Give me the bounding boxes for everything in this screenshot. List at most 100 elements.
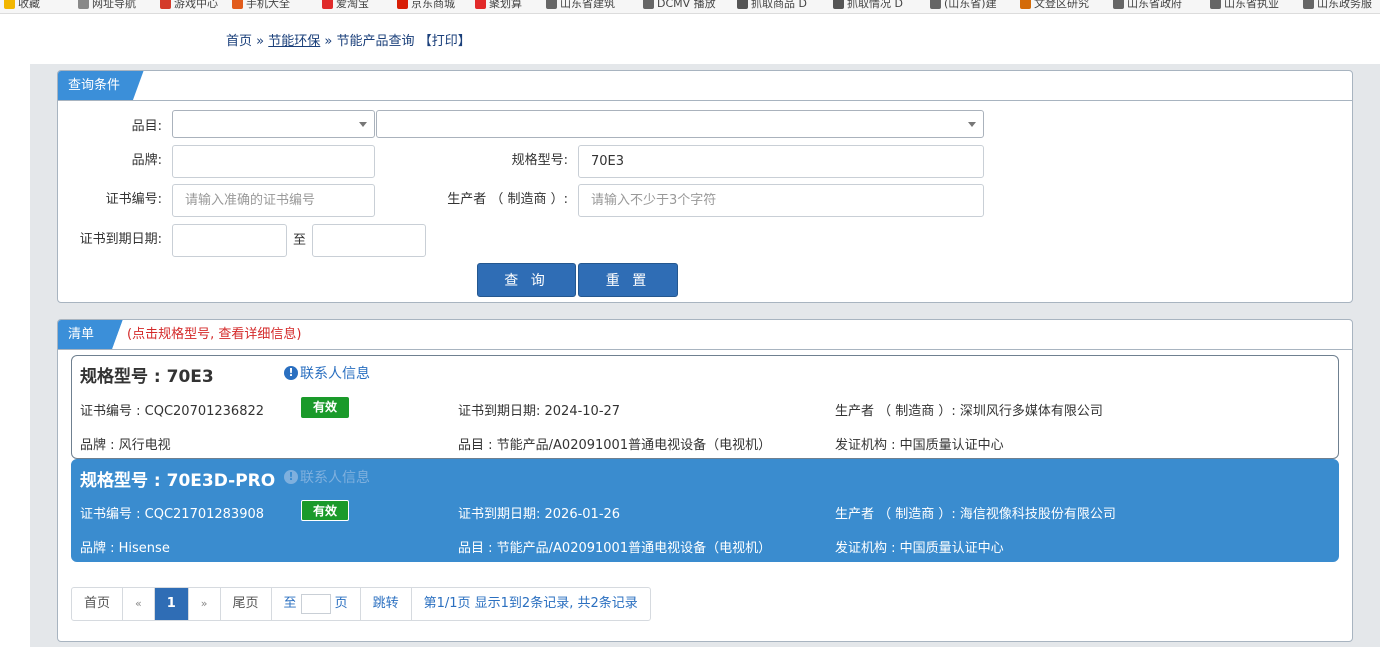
- bookmark-label: 山东省执业: [1224, 0, 1279, 10]
- print-link[interactable]: 【打印】: [419, 34, 471, 49]
- bookmark-item[interactable]: 网址导航: [78, 0, 136, 12]
- expiry-to-label: 至: [293, 233, 307, 248]
- reset-button[interactable]: 重 置: [578, 263, 678, 297]
- query-panel-title: 查询条件: [58, 71, 154, 100]
- maker-input[interactable]: [578, 184, 984, 217]
- bookmark-item[interactable]: 山东政务服: [1303, 0, 1372, 12]
- bookmark-item[interactable]: 爱淘宝: [322, 0, 369, 12]
- pager-prev[interactable]: «: [123, 588, 155, 620]
- bookmark-icon: [78, 0, 89, 9]
- bookmark-label: 抓取商品 D: [751, 0, 807, 10]
- pager-goto-suffix: 页: [334, 596, 348, 611]
- expiry-start-input[interactable]: [172, 224, 287, 257]
- bookmark-item[interactable]: (山东省)建: [930, 0, 997, 12]
- breadcrumb-separator: »: [324, 34, 333, 49]
- bookmark-label: DCMV 播放: [657, 0, 716, 10]
- result-issuer: 发证机构 : 中国质量认证中心: [835, 438, 1004, 453]
- pager-page-current[interactable]: 1: [154, 588, 189, 620]
- chevron-down-icon: [359, 122, 367, 127]
- bookmark-item[interactable]: 抓取商品 D: [737, 0, 807, 12]
- bookmarks-bar: 收藏 网址导航 游戏中心 手机大全 爱淘宝 京东商城 聚划算 山东省建筑 DCMV 播放 抓取商品…: [0, 0, 1380, 14]
- bookmark-icon: [546, 0, 557, 9]
- bookmark-item[interactable]: 抓取情况 D: [833, 0, 903, 12]
- bookmark-item[interactable]: 收藏: [4, 0, 40, 12]
- bookmark-icon: [475, 0, 486, 9]
- bookmark-icon: [643, 0, 654, 9]
- query-panel-header: 查询条件: [58, 71, 1352, 101]
- status-badge: 有效: [301, 397, 349, 418]
- bookmark-label: 游戏中心: [174, 0, 218, 10]
- chevron-down-icon: [968, 122, 976, 127]
- bookmark-item[interactable]: 山东省建筑: [546, 0, 615, 12]
- bookmark-item[interactable]: 游戏中心: [160, 0, 218, 12]
- result-cert-number: 证书编号 : CQC20701236822: [80, 404, 265, 419]
- breadcrumb: 首页 » 节能环保 » 节能产品查询 【打印】: [226, 30, 471, 49]
- result-brand: 品牌 : Hisense: [80, 541, 170, 556]
- pager-jump-button[interactable]: 跳转: [361, 588, 412, 620]
- bookmark-icon: [1020, 0, 1031, 9]
- list-panel-title: 清单: [58, 320, 128, 349]
- result-card[interactable]: 规格型号 : 70E3 ! 联系人信息 证书编号 : CQC2070123682…: [71, 355, 1339, 459]
- bookmark-item[interactable]: 山东省执业: [1210, 0, 1279, 12]
- bookmark-icon: [322, 0, 333, 9]
- bookmark-item[interactable]: 手机大全: [232, 0, 290, 12]
- pager-goto-prefix: 至: [283, 596, 297, 611]
- bookmark-label: 山东省政府: [1127, 0, 1182, 10]
- bookmark-item[interactable]: 文登区研究: [1020, 0, 1089, 12]
- cert-label: 证书编号:: [105, 192, 162, 207]
- contact-info-label: 联系人信息: [300, 366, 370, 382]
- pager-summary: 第1/1页 显示1到2条记录, 共2条记录: [423, 596, 638, 611]
- contact-info-link[interactable]: ! 联系人信息: [284, 363, 370, 383]
- pager-first[interactable]: 首页: [72, 588, 124, 620]
- breadcrumb-current: 节能产品查询: [336, 34, 415, 49]
- breadcrumb-home[interactable]: 首页: [226, 34, 252, 49]
- pager-goto-input[interactable]: [300, 594, 331, 614]
- bookmark-label: 手机大全: [246, 0, 290, 10]
- result-model-link[interactable]: 规格型号 : 70E3: [80, 362, 214, 387]
- bookmark-item[interactable]: 京东商城: [397, 0, 455, 12]
- bookmark-label: 抓取情况 D: [847, 0, 903, 10]
- result-cert-number: 证书编号 : CQC21701283908: [80, 507, 265, 522]
- result-expiry-date: 证书到期日期: 2026-01-26: [458, 507, 621, 522]
- bookmark-label: (山东省)建: [944, 0, 997, 10]
- result-category: 品目 : 节能产品/A02091001普通电视设备（电视机）: [458, 541, 772, 556]
- contact-info-link[interactable]: ! 联系人信息: [284, 467, 370, 487]
- bookmark-icon: [1303, 0, 1314, 9]
- pager-next[interactable]: »: [189, 588, 221, 620]
- brand-label: 品牌:: [131, 153, 162, 168]
- search-button[interactable]: 查 询: [477, 263, 576, 297]
- maker-label: 生产者 （ 制造商 ）:: [447, 192, 568, 207]
- info-icon: !: [284, 366, 298, 380]
- cert-input[interactable]: [172, 184, 375, 217]
- result-expiry-date: 证书到期日期: 2024-10-27: [458, 404, 621, 419]
- breadcrumb-category[interactable]: 节能环保: [268, 34, 320, 49]
- category-label: 品目:: [131, 119, 162, 134]
- bookmark-label: 山东政务服: [1317, 0, 1372, 10]
- bookmark-label: 网址导航: [92, 0, 136, 10]
- list-panel-header: 清单 (点击规格型号, 查看详细信息): [58, 320, 1352, 350]
- bookmark-label: 收藏: [18, 0, 40, 10]
- bookmark-icon: [1113, 0, 1124, 9]
- brand-input[interactable]: [172, 145, 375, 178]
- list-hint: (点击规格型号, 查看详细信息): [127, 327, 302, 342]
- bookmark-label: 京东商城: [411, 0, 455, 10]
- result-card[interactable]: 规格型号 : 70E3D-PRO ! 联系人信息 证书编号 : CQC21701…: [71, 459, 1339, 562]
- category-select-primary[interactable]: [172, 110, 375, 138]
- bookmark-item[interactable]: DCMV 播放: [643, 0, 716, 12]
- result-category: 品目 : 节能产品/A02091001普通电视设备（电视机）: [458, 438, 772, 453]
- model-label: 规格型号:: [511, 153, 568, 168]
- pager-last[interactable]: 尾页: [221, 588, 272, 620]
- model-input[interactable]: [578, 145, 984, 178]
- expiry-end-input[interactable]: [312, 224, 426, 257]
- bookmark-item[interactable]: 山东省政府: [1113, 0, 1182, 12]
- bookmark-icon: [737, 0, 748, 9]
- bookmark-icon: [232, 0, 243, 9]
- bookmark-item[interactable]: 聚划算: [475, 0, 522, 12]
- bookmark-icon: [930, 0, 941, 9]
- category-select-secondary[interactable]: [376, 110, 984, 138]
- bookmark-icon: [1210, 0, 1221, 9]
- bookmark-label: 山东省建筑: [560, 0, 615, 10]
- expiry-label: 证书到期日期:: [79, 232, 162, 247]
- result-model-link[interactable]: 规格型号 : 70E3D-PRO: [80, 466, 275, 491]
- breadcrumb-separator: »: [256, 34, 265, 49]
